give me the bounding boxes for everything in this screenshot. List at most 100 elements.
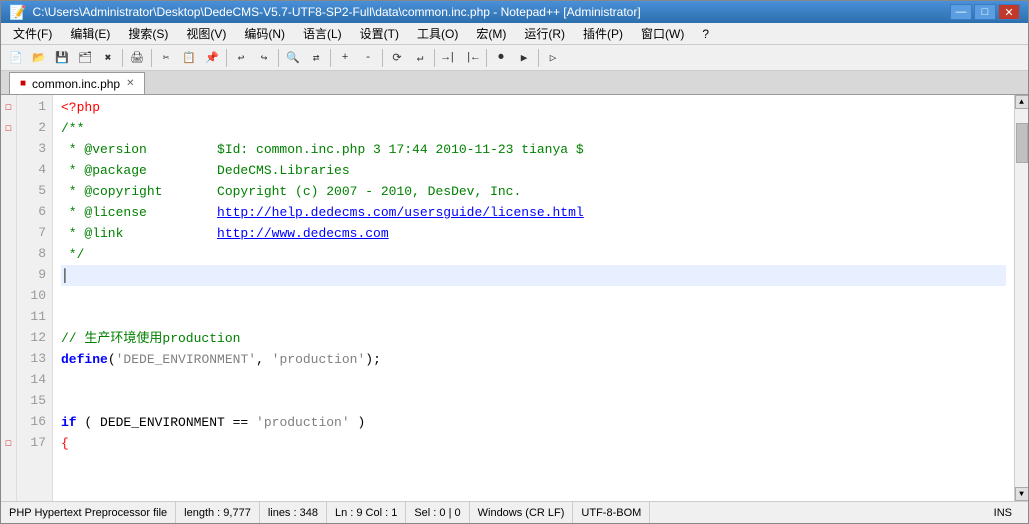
close-button[interactable]: ✕ <box>998 4 1020 20</box>
menu-window[interactable]: 窗口(W) <box>633 23 692 44</box>
code-line-1: <?php <box>61 97 1006 118</box>
save-all-button[interactable]: 🗂 <box>74 47 96 69</box>
scrollbar-vertical[interactable]: ▲ ▼ <box>1014 95 1028 501</box>
code-line-14 <box>61 370 1006 391</box>
mode-label: INS <box>994 507 1012 519</box>
new-button[interactable]: 📄 <box>5 47 27 69</box>
token-4-1: * @package DedeCMS.Libraries <box>61 160 350 181</box>
toolbar-sep-2 <box>151 49 152 67</box>
ln-1: 1 <box>23 97 46 118</box>
toolbar-sep-6 <box>382 49 383 67</box>
menu-run[interactable]: 运行(R) <box>516 23 573 44</box>
token-13-6: ); <box>365 349 381 370</box>
ln-8: 8 <box>23 244 46 265</box>
token-6-1: * @license <box>61 202 217 223</box>
cut-button[interactable]: ✂ <box>155 47 177 69</box>
toolbar-sep-8 <box>486 49 487 67</box>
code-line-11 <box>61 307 1006 328</box>
editor-wrapper: □ □ □ 1 2 3 <box>1 95 1028 501</box>
fold-6 <box>1 202 16 223</box>
undo-button[interactable]: ↩ <box>230 47 252 69</box>
menu-file[interactable]: 文件(F) <box>5 23 60 44</box>
token-13-3: 'DEDE_ENVIRONMENT' <box>116 349 256 370</box>
cursor-label: Ln : 9 Col : 1 <box>335 507 397 519</box>
scroll-up-arrow[interactable]: ▲ <box>1015 95 1029 109</box>
code-editor[interactable]: <?php /** * @version $Id: common.inc.php… <box>53 95 1014 501</box>
find-replace-button[interactable]: ⇄ <box>305 47 327 69</box>
menu-settings[interactable]: 设置(T) <box>352 23 407 44</box>
paste-button[interactable]: 📌 <box>201 47 223 69</box>
token-8-1: */ <box>61 244 84 265</box>
redo-button[interactable]: ↪ <box>253 47 275 69</box>
menu-encoding[interactable]: 编码(N) <box>236 23 293 44</box>
token-7-1: * @link <box>61 223 217 244</box>
fold-10 <box>1 286 16 307</box>
indent-button[interactable]: →| <box>438 47 460 69</box>
menu-tools[interactable]: 工具(O) <box>409 23 466 44</box>
status-cursor: Ln : 9 Col : 1 <box>327 502 406 523</box>
tab-bookmark-icon: ■ <box>20 78 26 89</box>
code-line-3: * @version $Id: common.inc.php 3 17:44 2… <box>61 139 1006 160</box>
save-button[interactable]: 💾 <box>51 47 73 69</box>
zoom-in-button[interactable]: + <box>334 47 356 69</box>
macro-play-button[interactable]: ▶ <box>513 47 535 69</box>
ln-5: 5 <box>23 181 46 202</box>
tab-common-inc-php[interactable]: ■ common.inc.php ✕ <box>9 72 145 94</box>
status-encoding: UTF-8-BOM <box>573 502 650 523</box>
menu-plugins[interactable]: 插件(P) <box>575 23 631 44</box>
run-button[interactable]: ▷ <box>542 47 564 69</box>
zoom-out-button[interactable]: - <box>357 47 379 69</box>
token-7-2[interactable]: http://www.dedecms.com <box>217 223 389 244</box>
token-16-4: ) <box>350 412 366 433</box>
status-bar: PHP Hypertext Preprocessor file length :… <box>1 501 1028 523</box>
title-bar-left: 📝 C:\Users\Administrator\Desktop\DedeCMS… <box>9 4 641 21</box>
fold-7 <box>1 223 16 244</box>
menu-language[interactable]: 语言(L) <box>295 23 350 44</box>
ln-6: 6 <box>23 202 46 223</box>
fold-4 <box>1 160 16 181</box>
ln-16: 16 <box>23 412 46 433</box>
sel-label: Sel : 0 | 0 <box>414 507 460 519</box>
token-3-1: * @version $Id: common.inc.php 3 17:44 2… <box>61 139 584 160</box>
token-13-4: , <box>256 349 272 370</box>
menu-bar: 文件(F) 编辑(E) 搜索(S) 视图(V) 编码(N) 语言(L) 设置(T… <box>1 23 1028 45</box>
token-2-1: /** <box>61 118 84 139</box>
print-button[interactable]: 🖨 <box>126 47 148 69</box>
dedent-button[interactable]: |← <box>461 47 483 69</box>
macro-rec-button[interactable]: ⏺ <box>490 47 512 69</box>
menu-help[interactable]: ? <box>694 23 717 44</box>
token-16-1: if <box>61 412 77 433</box>
open-button[interactable]: 📂 <box>28 47 50 69</box>
tab-close-icon[interactable]: ✕ <box>126 78 134 89</box>
code-line-7: * @link http://www.dedecms.com <box>61 223 1006 244</box>
fold-15 <box>1 391 16 412</box>
status-lineending: Windows (CR LF) <box>470 502 574 523</box>
code-line-17: { <box>61 433 1006 454</box>
code-line-15 <box>61 391 1006 412</box>
maximize-button[interactable]: □ <box>974 4 996 20</box>
status-filetype: PHP Hypertext Preprocessor file <box>9 502 176 523</box>
menu-macro[interactable]: 宏(M) <box>468 23 514 44</box>
copy-button[interactable]: 📋 <box>178 47 200 69</box>
sync-button[interactable]: ⟳ <box>386 47 408 69</box>
code-line-10 <box>61 286 1006 307</box>
token-16-3: 'production' <box>256 412 350 433</box>
close-button[interactable]: ✖ <box>97 47 119 69</box>
toolbar-sep-9 <box>538 49 539 67</box>
menu-edit[interactable]: 编辑(E) <box>62 23 118 44</box>
code-line-9: │ <box>61 265 1006 286</box>
fold-12 <box>1 328 16 349</box>
menu-view[interactable]: 视图(V) <box>178 23 234 44</box>
scroll-thumb[interactable] <box>1016 123 1028 163</box>
status-length: length : 9,777 <box>176 502 260 523</box>
token-13-5: 'production' <box>272 349 366 370</box>
scroll-down-arrow[interactable]: ▼ <box>1015 487 1029 501</box>
title-bar-controls: — □ ✕ <box>950 4 1020 20</box>
find-button[interactable]: 🔍 <box>282 47 304 69</box>
menu-search[interactable]: 搜索(S) <box>120 23 176 44</box>
toolbar-sep-5 <box>330 49 331 67</box>
minimize-button[interactable]: — <box>950 4 972 20</box>
wordwrap-button[interactable]: ↵ <box>409 47 431 69</box>
token-6-2[interactable]: http://help.dedecms.com/usersguide/licen… <box>217 202 584 223</box>
fold-3 <box>1 139 16 160</box>
